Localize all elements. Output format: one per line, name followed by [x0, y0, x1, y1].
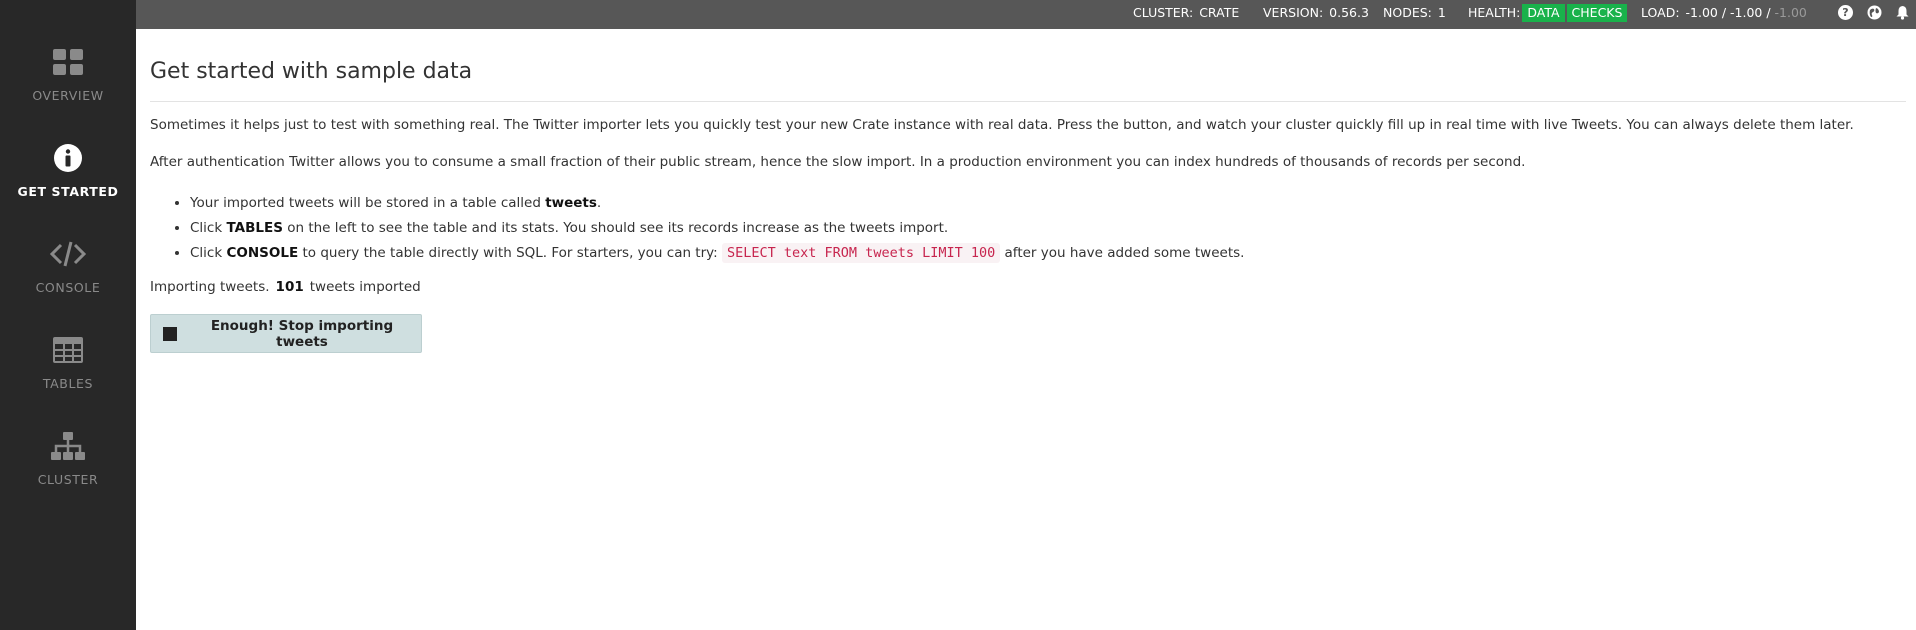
bullet-bold: CONSOLE — [226, 245, 299, 261]
import-status: Importing tweets. 101 tweets imported — [150, 279, 421, 295]
sidebar-item-label: GET STARTED — [17, 184, 119, 199]
health-data-badge[interactable]: DATA — [1522, 4, 1565, 22]
intro-paragraph: Sometimes it helps just to test with som… — [150, 117, 1854, 133]
sidebar-item-cluster[interactable]: CLUSTER — [0, 428, 136, 524]
table-icon — [50, 332, 86, 368]
bell-icon[interactable] — [1895, 5, 1910, 20]
sql-example-code: SELECT text FROM tweets LIMIT 100 — [722, 243, 1001, 263]
list-item: Your imported tweets will be stored in a… — [190, 191, 1244, 216]
load-value-dim: -1.00 — [1774, 5, 1807, 20]
bullet-text: Click — [190, 245, 227, 261]
load-value: -1.00 / -1.00 / — [1685, 5, 1771, 20]
bullet-text: . — [596, 195, 602, 211]
load-label: LOAD: — [1641, 5, 1680, 20]
import-suffix: tweets imported — [309, 279, 421, 295]
info-icon — [50, 140, 86, 176]
top-status-bar: CLUSTER: CRATE VERSION: 0.56.3 NODES: 1 HEA… — [136, 0, 1916, 29]
import-prefix: Importing tweets. — [150, 279, 270, 295]
bullet-bold: tweets — [545, 195, 597, 211]
bullet-bold: TABLES — [226, 220, 283, 236]
auth-paragraph: After authentication Twitter allows you … — [150, 154, 1526, 170]
sidebar-item-console[interactable]: CONSOLE — [0, 236, 136, 332]
import-count: 101 — [275, 279, 304, 295]
cluster-value: CRATE — [1199, 5, 1240, 20]
sidebar-item-tables[interactable]: TABLES — [0, 332, 136, 428]
bullet-text: to query the table directly with SQL. Fo… — [298, 245, 723, 261]
load-status: LOAD: -1.00 / -1.00 / -1.00 — [1641, 0, 1807, 29]
list-item: Click CONSOLE to query the table directl… — [190, 241, 1244, 266]
health-status: HEALTH: DATA CHECKS — [1468, 0, 1628, 29]
sitemap-icon — [50, 428, 86, 464]
bullet-text: on the left to see the table and its sta… — [282, 220, 949, 236]
bullet-text: after you have added some tweets. — [1000, 245, 1245, 261]
sidebar: OVERVIEW GET STARTED CONSOLE TABLES CLUS… — [0, 0, 136, 630]
list-item: Click TABLES on the left to see the tabl… — [190, 216, 1244, 241]
instructions-list: Your imported tweets will be stored in a… — [190, 191, 1244, 266]
version-status: VERSION: 0.56.3 — [1263, 0, 1369, 29]
sidebar-item-label: TABLES — [42, 376, 94, 391]
page-title: Get started with sample data — [150, 59, 473, 84]
code-icon — [50, 236, 86, 272]
sidebar-item-label: CONSOLE — [35, 280, 101, 295]
title-divider — [150, 101, 1906, 102]
health-checks-badge[interactable]: CHECKS — [1566, 4, 1628, 22]
stop-icon — [163, 326, 177, 341]
stop-importing-button[interactable]: Enough! Stop importing tweets — [150, 314, 422, 353]
cluster-label: CLUSTER: — [1133, 5, 1194, 20]
nodes-value: 1 — [1437, 5, 1446, 20]
main-content: Get started with sample data Sometimes i… — [136, 29, 1916, 630]
bullet-text: Your imported tweets will be stored in a… — [190, 195, 546, 211]
health-label: HEALTH: — [1468, 5, 1521, 20]
sidebar-item-label: CLUSTER — [37, 472, 99, 487]
help-icon[interactable]: ? — [1838, 5, 1853, 20]
sidebar-item-get-started[interactable]: GET STARTED — [0, 140, 136, 236]
cluster-status: CLUSTER: CRATE — [1133, 0, 1239, 29]
sidebar-item-overview[interactable]: OVERVIEW — [0, 44, 136, 140]
nodes-status: NODES: 1 — [1383, 0, 1446, 29]
nodes-label: NODES: — [1383, 5, 1432, 20]
version-label: VERSION: — [1263, 5, 1324, 20]
stop-button-label: Enough! Stop importing tweets — [210, 317, 394, 350]
sidebar-item-label: OVERVIEW — [32, 88, 104, 103]
bullet-text: Click — [190, 220, 227, 236]
globe-icon[interactable] — [1867, 5, 1882, 20]
version-value: 0.56.3 — [1329, 5, 1369, 20]
dashboard-icon — [50, 44, 86, 80]
